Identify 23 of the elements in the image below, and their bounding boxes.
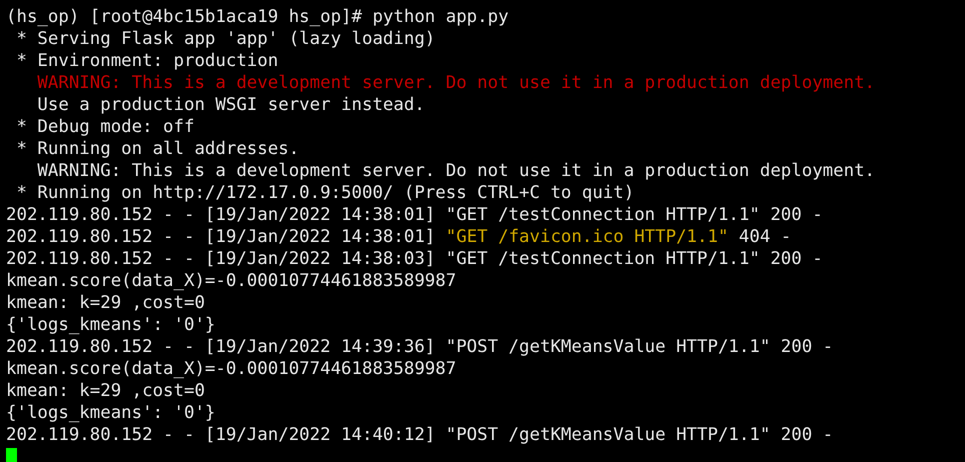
output-text: kmean: k=29 ,cost=0 [6,293,205,313]
output-text: * Running on all addresses. [15,139,300,159]
output-text: (hs_op) [root@4bc15b1aca19 hs_op]# python app.py [6,7,509,27]
output-text: Use a production WSGI server instead. [36,95,425,115]
output-text: kmean.score(data_X)=-0.00010774461883589987 [6,271,456,291]
output-text: * Running on http://172.17.0.9:5000/ (Press CTRL+C to quit) [15,183,634,203]
output-text: {'logs_kmeans': '0'} [6,403,216,423]
output-text: 202.119.80.152 - - [19/Jan/2022 14:40:12] "POST /getKMeansValue HTTP/1.1" 200 - [6,425,834,445]
request-text: "GET /favicon.ico HTTP/1.1" [446,227,728,247]
cursor-block [6,448,17,462]
output-text: 202.119.80.152 - - [19/Jan/2022 14:38:03] "GET /testConnection HTTP/1.1" 200 - [6,249,823,269]
output-text: kmean: k=29 ,cost=0 [6,381,205,401]
output-text: 202.119.80.152 - - [19/Jan/2022 14:38:01] [6,227,436,247]
output-text: {'logs_kmeans': '0'} [6,315,216,335]
warning-text: WARNING: This is a development server. Do not use it in a production deployment. [36,73,876,93]
output-text: kmean.score(data_X)=-0.00010774461883589987 [6,359,456,379]
output-text: 404 - [738,227,792,247]
output-text: * Environment: production [15,51,278,71]
output-text: WARNING: This is a development server. Do not use it in a production deployment. [36,161,876,181]
output-text: * Debug mode: off [15,117,194,137]
output-text: 202.119.80.152 - - [19/Jan/2022 14:38:01] "GET /testConnection HTTP/1.1" 200 - [6,205,823,225]
output-text: * Serving Flask app 'app' (lazy loading) [15,29,436,49]
output-text: 202.119.80.152 - - [19/Jan/2022 14:39:36] "POST /getKMeansValue HTTP/1.1" 200 - [6,337,834,357]
